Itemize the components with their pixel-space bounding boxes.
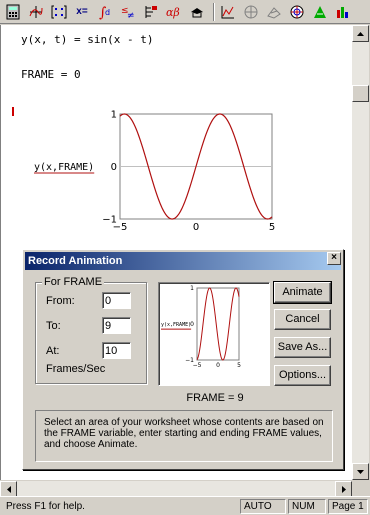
vertical-scrollbar[interactable] — [352, 25, 369, 480]
close-button[interactable]: × — [327, 252, 341, 265]
mathcad-window: x= ∫ d ≤ ≠ αβ y(x, t) = sin(x - t) FRAME… — [0, 0, 370, 515]
status-auto: AUTO — [240, 499, 286, 514]
evaluation-icon: x= — [76, 6, 88, 17]
contour-plot-button[interactable] — [287, 2, 307, 22]
svg-text:d: d — [105, 8, 110, 17]
animation-preview: y(x,FRAME) 1 0 −1 −5 0 5 — [158, 282, 270, 386]
svg-text:≠: ≠ — [127, 11, 135, 20]
status-page: Page 1 — [328, 499, 368, 514]
programming-button[interactable] — [141, 2, 161, 22]
help-text: Select an area of your worksheet whose c… — [44, 417, 324, 450]
x-tick-label: −5 — [113, 222, 128, 233]
frame-caption: FRAME = 9 — [186, 392, 244, 404]
to-label: To: — [46, 320, 61, 332]
options-button[interactable]: Options... — [274, 365, 331, 386]
matrix-button[interactable] — [49, 2, 69, 22]
x-tick-label: 0 — [193, 222, 199, 233]
polar-plot-button[interactable] — [241, 2, 261, 22]
region-marker — [12, 107, 14, 116]
arrow-left-icon — [6, 485, 11, 493]
fps-label: Frames/Sec — [46, 363, 106, 375]
xy-plot-icon — [221, 5, 234, 18]
programming-icon — [145, 5, 157, 18]
preview-y-tick-label: 0 — [190, 321, 194, 328]
calculus-icon: ∫d — [99, 5, 110, 20]
xy-plot[interactable]: 1 0 −1 −5 0 5 y(x,FRAME) — [31, 107, 281, 237]
calculator-button[interactable] — [3, 2, 23, 22]
dialog-title-bar[interactable]: Record Animation — [25, 252, 341, 270]
animate-button[interactable]: Animate — [273, 281, 332, 304]
preview-plot: y(x,FRAME) 1 0 −1 −5 0 5 — [161, 285, 241, 369]
xy-plot-button[interactable] — [218, 2, 238, 22]
frame-range-group: For FRAME From: To: At: Frames/Sec — [35, 276, 147, 384]
status-bar: Press F1 for help. AUTO NUM Page 1 — [0, 496, 370, 515]
from-label: From: — [46, 295, 75, 307]
matrix-icon — [51, 5, 67, 18]
to-input[interactable] — [102, 317, 131, 334]
bar-plot-button[interactable] — [333, 2, 353, 22]
graph-button[interactable] — [26, 2, 46, 22]
graph-icon — [29, 5, 43, 18]
toolbar-separator — [213, 2, 215, 21]
svg-text:αβ: αβ — [166, 6, 180, 19]
at-input[interactable] — [102, 342, 131, 359]
y-tick-label: 1 — [111, 110, 117, 121]
preview-y-tick-label: 1 — [190, 285, 194, 292]
record-animation-dialog: Record Animation × For FRAME From: To: A… — [22, 249, 344, 470]
symbolic-button[interactable] — [187, 2, 207, 22]
from-input[interactable] — [102, 292, 131, 309]
scroll-left-button[interactable] — [0, 481, 17, 497]
help-text-box: Select an area of your worksheet whose c… — [35, 410, 333, 462]
preview-y-axis-label: y(x,FRAME) — [161, 322, 191, 328]
math-toolbar: x= ∫ d ≤ ≠ αβ — [0, 0, 370, 24]
close-icon: × — [331, 252, 337, 263]
frame-definition[interactable]: FRAME = 0 — [21, 68, 81, 81]
scroll-up-button[interactable] — [352, 25, 369, 42]
at-label: At: — [46, 345, 60, 357]
greek-icon: αβ — [166, 6, 180, 19]
y-tick-label: 0 — [111, 162, 117, 173]
status-help-text: Press F1 for help. — [6, 501, 85, 512]
bar-plot-icon — [337, 6, 348, 18]
horizontal-scrollbar[interactable] — [0, 480, 352, 497]
cancel-button[interactable]: Cancel — [274, 309, 331, 330]
preview-x-tick-label: 0 — [216, 362, 220, 369]
arrow-down-icon — [357, 469, 364, 474]
equation-definition[interactable]: y(x, t) = sin(x - t) — [21, 33, 153, 46]
x-tick-label: 5 — [269, 222, 275, 233]
arrow-right-icon — [341, 485, 346, 493]
dialog-title: Record Animation — [28, 255, 123, 267]
boolean-button[interactable]: ≤ ≠ — [118, 2, 138, 22]
arrow-up-icon — [357, 31, 364, 36]
y-axis-label: y(x,FRAME) — [34, 162, 94, 173]
preview-x-tick-label: 5 — [237, 362, 241, 369]
evaluation-button[interactable]: x= — [72, 2, 92, 22]
scroll-right-button[interactable] — [335, 481, 352, 497]
status-num: NUM — [288, 499, 326, 514]
preview-x-tick-label: −5 — [193, 362, 202, 369]
boolean-icon: ≤≠ — [121, 6, 135, 20]
greek-button[interactable]: αβ — [164, 2, 184, 22]
polar-plot-icon — [244, 5, 258, 18]
scroll-down-button[interactable] — [352, 463, 369, 480]
calculus-button[interactable]: ∫ d — [95, 2, 115, 22]
surface-plot-button[interactable] — [264, 2, 284, 22]
save-as-button[interactable]: Save As... — [274, 337, 331, 358]
surface-plot-icon — [267, 6, 281, 19]
calculator-icon — [6, 4, 20, 19]
contour-plot-icon — [290, 5, 304, 18]
scatter-plot-button[interactable] — [310, 2, 330, 22]
symbolic-icon — [191, 7, 203, 17]
group-label: For FRAME — [42, 276, 105, 288]
scroll-thumb[interactable] — [352, 85, 369, 102]
scatter-plot-icon — [314, 5, 326, 18]
